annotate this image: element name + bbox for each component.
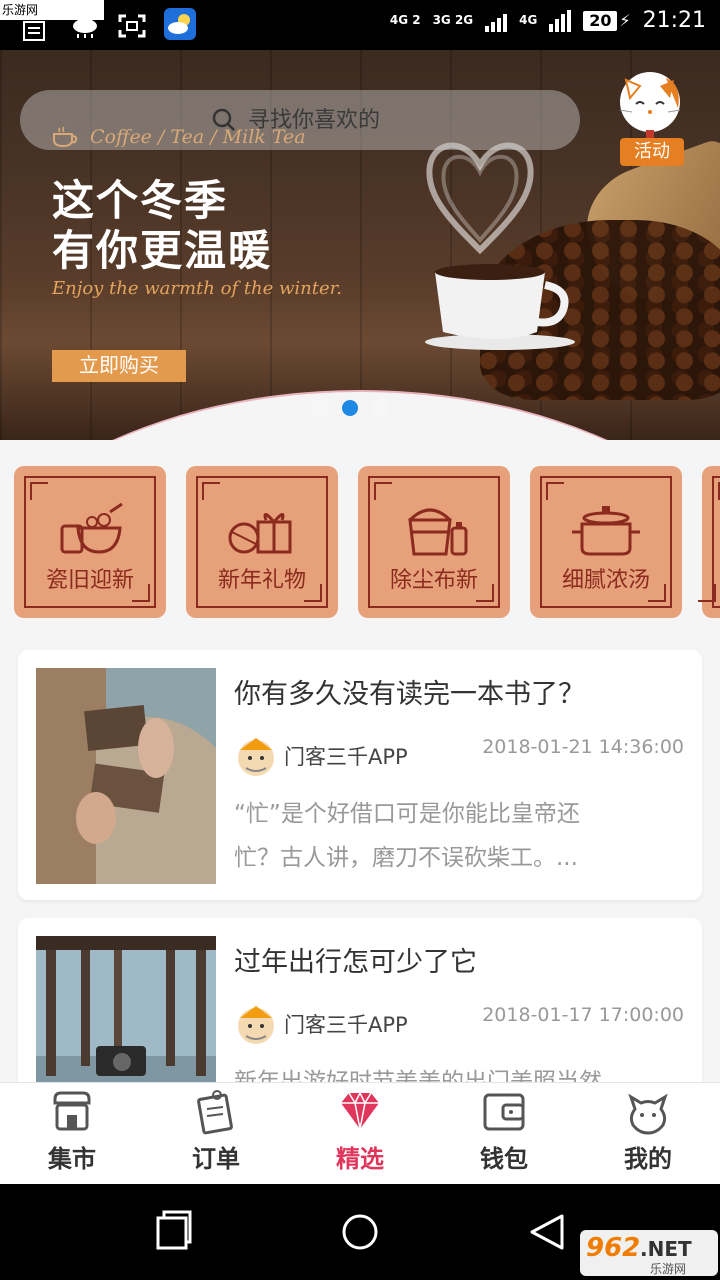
bottom-tab-bar: 集市 订单 精选 钱包 我的 xyxy=(0,1082,720,1184)
banner-subline: Enjoy the warmth of the winter. xyxy=(52,278,343,299)
site-logo-watermark: 962 .NET 乐游网 xyxy=(580,1230,718,1276)
author-name: 门客三千APP xyxy=(284,745,408,769)
category-row: 瓷旧迎新 新年礼物 除尘布新 细腻浓汤 xyxy=(14,466,720,618)
network-4g-label-2: 4G xyxy=(519,13,538,27)
tab-market[interactable]: 集市 xyxy=(0,1083,144,1184)
bucket-icon xyxy=(408,508,468,556)
carousel-dot[interactable] xyxy=(372,400,388,416)
article-summary: “忙”是个好借口可是你能比皇帝还 忙？古人讲，磨刀不误砍柴工。... xyxy=(234,792,654,880)
weather-app-icon xyxy=(164,8,196,40)
svg-text:962: 962 xyxy=(586,1233,640,1263)
headline-line-1: 这个冬季 xyxy=(52,176,229,225)
market-icon xyxy=(53,1091,91,1131)
network-3g-label: 3G 2G xyxy=(432,13,474,27)
tab-label: 我的 xyxy=(624,1145,672,1173)
battery-level: 20 xyxy=(583,10,618,31)
article-title[interactable]: 过年出行怎可少了它 xyxy=(234,940,477,979)
tab-profile[interactable]: 我的 xyxy=(576,1083,720,1184)
category-tile-cleaning[interactable]: 除尘布新 xyxy=(358,466,510,618)
wallet-icon xyxy=(483,1093,525,1131)
article-card[interactable]: 你有多久没有读完一本书了？ 门客三千APP 2018-01-21 14:36:0… xyxy=(18,650,702,900)
category-label: 新年礼物 xyxy=(217,568,306,593)
signal-bars-icon-2 xyxy=(549,9,572,32)
tab-orders[interactable]: 订单 xyxy=(144,1083,288,1184)
pot-icon xyxy=(572,506,640,556)
category-tile-ceramics[interactable]: 瓷旧迎新 xyxy=(14,466,166,618)
category-tile-gifts[interactable]: 新年礼物 xyxy=(186,466,338,618)
teacup-icon xyxy=(53,126,78,148)
promo-banner[interactable]: Coffee / Tea / Milk Tea 这个冬季 有你更温暖 Enjoy… xyxy=(0,50,720,440)
summary-line: “忙”是个好借口可是你能比皇帝还 xyxy=(234,801,580,827)
tab-label: 精选 xyxy=(336,1145,384,1173)
carousel-indicator xyxy=(312,400,388,416)
cat-icon xyxy=(628,1093,668,1135)
tab-featured[interactable]: 精选 xyxy=(288,1083,432,1184)
recent-apps-icon[interactable] xyxy=(156,1210,192,1250)
back-icon[interactable] xyxy=(528,1212,566,1252)
home-icon[interactable] xyxy=(340,1212,380,1252)
clock: 21:21 xyxy=(642,8,706,33)
gift-icon xyxy=(228,513,292,554)
activity-button[interactable]: 活动 xyxy=(612,68,692,168)
diamond-icon xyxy=(341,1091,379,1130)
category-tile-next[interactable] xyxy=(698,466,720,618)
network-4g-label: 4G 2 xyxy=(389,13,421,27)
weather-cloud-icon xyxy=(73,19,97,38)
order-icon xyxy=(197,1090,233,1135)
battery-indicator: 20 ⚡ xyxy=(583,10,631,31)
bowl-icon xyxy=(60,502,123,554)
tagline-text: Coffee / Tea / Milk Tea xyxy=(90,126,306,148)
screenshot-icon xyxy=(118,14,146,38)
tab-label: 订单 xyxy=(192,1145,240,1173)
article-date: 2018-01-21 14:36:00 xyxy=(482,736,684,758)
carousel-dot-active[interactable] xyxy=(342,400,358,416)
activity-label: 活动 xyxy=(620,138,684,166)
status-bar: 乐游网 www.962.net 4G 2 3G 2G 4G 20 ⚡ 21:21 xyxy=(0,0,720,50)
author-name: 门客三千APP xyxy=(284,1013,408,1037)
charging-icon: ⚡ xyxy=(619,11,631,30)
svg-text:.NET: .NET xyxy=(640,1237,692,1261)
notification-icon xyxy=(23,21,45,41)
category-label: 瓷旧迎新 xyxy=(45,568,134,593)
article-thumbnail xyxy=(36,668,216,884)
signal-bars-icon xyxy=(485,10,508,32)
article-author: 门客三千APP xyxy=(234,734,408,778)
category-tile-soup[interactable]: 细腻浓汤 xyxy=(530,466,682,618)
headline-line-2: 有你更温暖 xyxy=(52,226,273,275)
coffee-cup-image xyxy=(425,264,575,350)
lucky-cat-icon xyxy=(619,72,681,140)
banner-headline: 这个冬季 有你更温暖 xyxy=(52,176,272,276)
article-date: 2018-01-17 17:00:00 xyxy=(482,1004,684,1026)
category-label: 细腻浓汤 xyxy=(561,568,650,593)
author-avatar-icon xyxy=(238,738,274,776)
banner-tagline: Coffee / Tea / Milk Tea xyxy=(52,126,306,148)
decorative-frame xyxy=(698,476,720,608)
svg-text:乐游网: 乐游网 xyxy=(650,1262,686,1276)
tab-label: 钱包 xyxy=(480,1145,528,1173)
category-label: 除尘布新 xyxy=(389,568,478,593)
summary-line: 忙？古人讲，磨刀不误砍柴工。... xyxy=(234,845,578,871)
article-author: 门客三千APP xyxy=(234,1002,408,1046)
article-title[interactable]: 你有多久没有读完一本书了？ xyxy=(234,672,585,711)
tab-wallet[interactable]: 钱包 xyxy=(432,1083,576,1184)
buy-now-button[interactable]: 立即购买 xyxy=(52,350,186,382)
author-avatar-icon xyxy=(238,1006,274,1044)
carousel-dot[interactable] xyxy=(312,400,328,416)
tab-label: 集市 xyxy=(48,1145,96,1173)
